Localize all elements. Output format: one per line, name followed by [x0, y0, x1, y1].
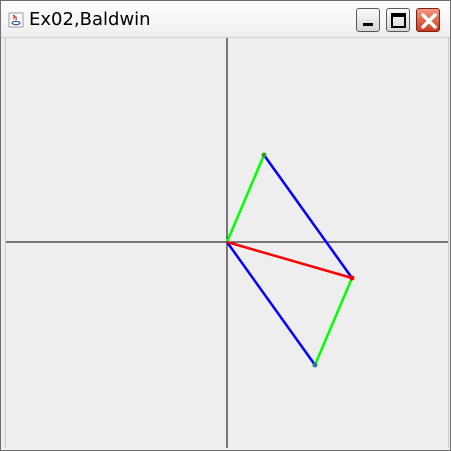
- green-vector-lower: [313, 277, 354, 366]
- title-bar[interactable]: Ex02,Baldwin: [1, 1, 450, 38]
- point-top: [261, 152, 267, 158]
- green-vector-upper: [225, 154, 266, 243]
- maximize-button[interactable]: [386, 8, 410, 32]
- blue-vector-upper: [262, 154, 354, 279]
- point-right: [349, 275, 355, 281]
- window-title: Ex02,Baldwin: [29, 9, 151, 30]
- point-bottom: [312, 362, 318, 368]
- vector-plot: [6, 38, 448, 448]
- minimize-button[interactable]: [356, 8, 380, 32]
- close-button[interactable]: [416, 8, 440, 32]
- java-app-icon: [8, 12, 24, 28]
- red-resultant-vector: [226, 240, 353, 280]
- drawing-canvas: [5, 38, 449, 448]
- maximize-icon: [391, 13, 406, 28]
- app-window: Ex02,Baldwin: [0, 0, 451, 451]
- minimize-icon: [363, 23, 373, 26]
- close-icon: [421, 13, 437, 29]
- blue-vector-lower: [225, 241, 317, 366]
